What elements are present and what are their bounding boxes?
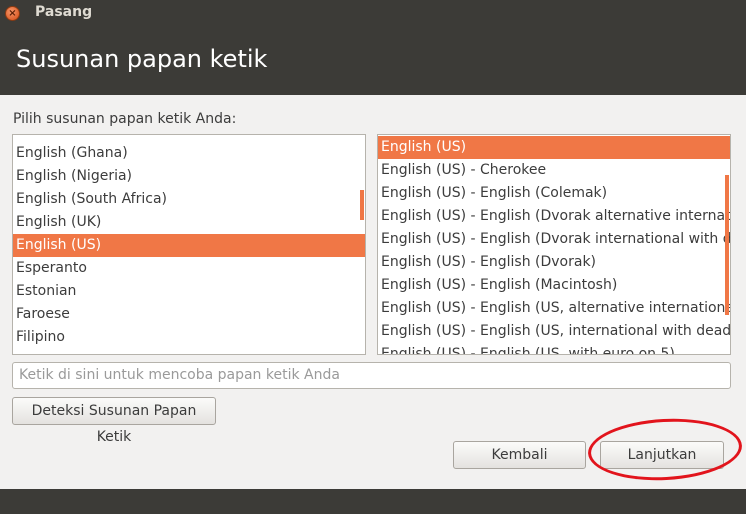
variant-list-item[interactable]: English (US) - English (US, with euro on… [378, 343, 730, 354]
back-button[interactable]: Kembali [453, 441, 586, 469]
scrollbar-thumb[interactable] [725, 175, 729, 315]
layout-list-item[interactable]: English (Nigeria) [13, 165, 365, 188]
layout-list-item[interactable]: Estonian [13, 280, 365, 303]
layout-list[interactable]: English (Ghana) English (Nigeria) English … [12, 134, 366, 355]
title-bar: × Pasang [0, 0, 746, 27]
layout-list-item[interactable]: Faroese [13, 303, 365, 326]
variant-list-item[interactable]: English (US) - English (Macintosh) [378, 274, 730, 297]
variant-list-item[interactable]: English (US) - English (US, alternative … [378, 297, 730, 320]
window-title: Pasang [35, 4, 93, 20]
layout-list-item[interactable]: Filipino [13, 326, 365, 349]
variant-list-item[interactable]: English (US) - English (Dvorak alternati… [378, 205, 730, 228]
variant-list-item[interactable]: English (US) - English (Dvorak) [378, 251, 730, 274]
detect-layout-button[interactable]: Deteksi Susunan Papan Ketik [12, 397, 216, 445]
layout-list-item[interactable]: English (South Africa) [13, 188, 365, 211]
variant-list-item[interactable]: English (US) [378, 136, 730, 159]
variant-list[interactable]: English (US) English (US) - Cherokee Engli… [377, 134, 731, 355]
bottom-bar [0, 489, 746, 514]
keyboard-test-placeholder: Ketik di sini untuk mencoba papan ketik … [19, 367, 340, 383]
close-icon[interactable]: × [5, 6, 20, 21]
layout-prompt-label: Pilih susunan papan ketik Anda: [13, 111, 237, 127]
variant-list-item[interactable]: English (US) - English (Colemak) [378, 182, 730, 205]
page-title: Susunan papan ketik [16, 45, 268, 73]
scrollbar-thumb[interactable] [360, 190, 364, 220]
layout-list-item[interactable]: Esperanto [13, 257, 365, 280]
variant-list-item[interactable]: English (US) - English (US, internationa… [378, 320, 730, 343]
layout-list-item[interactable]: English (US) [13, 234, 365, 257]
layout-list-item[interactable]: English (UK) [13, 211, 365, 234]
variant-list-item[interactable]: English (US) - Cherokee [378, 159, 730, 182]
page-header: Susunan papan ketik [0, 27, 746, 95]
layout-list-item[interactable]: English (Ghana) [13, 142, 365, 165]
keyboard-test-input[interactable]: Ketik di sini untuk mencoba papan ketik … [12, 362, 731, 389]
variant-list-item[interactable]: English (US) - English (Dvorak internati… [378, 228, 730, 251]
annotation-circle [586, 415, 744, 484]
